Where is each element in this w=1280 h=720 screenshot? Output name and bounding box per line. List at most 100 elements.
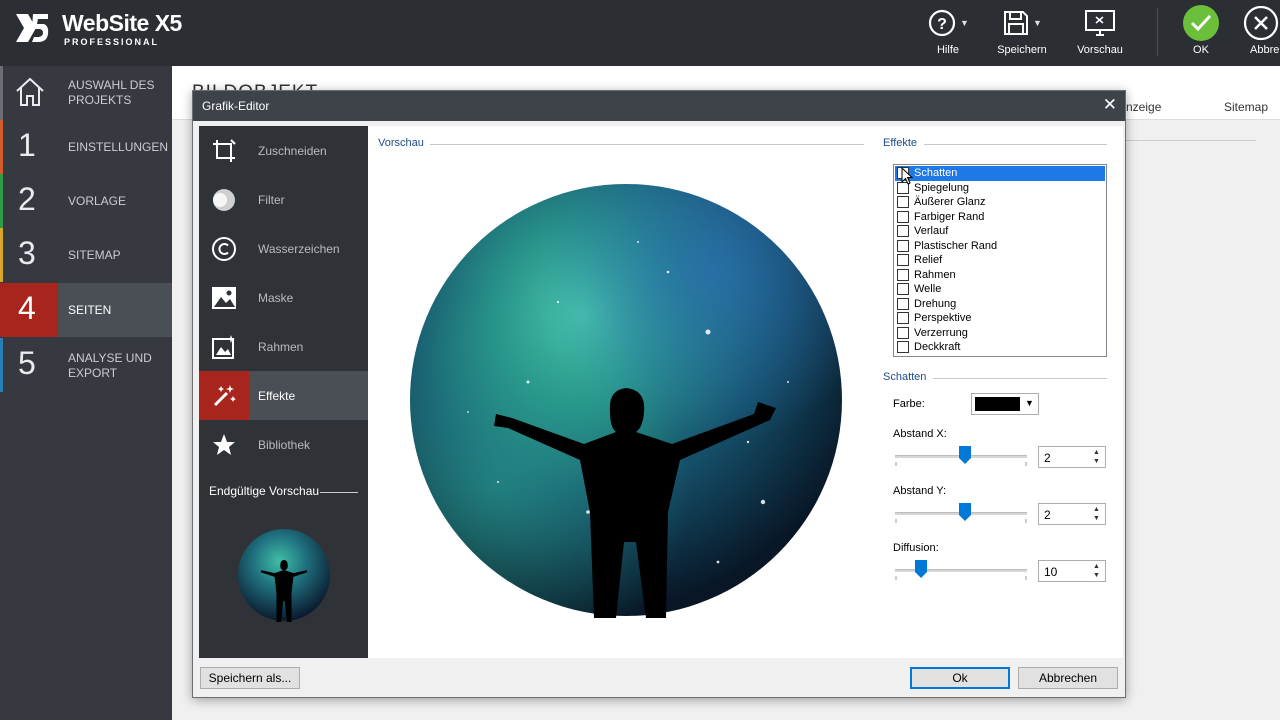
dialog-cancel-button[interactable]: Abbrechen bbox=[1018, 667, 1118, 689]
dialog-ok-button[interactable]: Ok bbox=[910, 667, 1010, 689]
cancel-button[interactable]: Abbre bbox=[1236, 6, 1280, 62]
spin-down-icon[interactable]: ▼ bbox=[1090, 571, 1103, 580]
nav-item-sitemap[interactable]: 3 SITEMAP bbox=[0, 228, 172, 282]
effect-checkbox[interactable] bbox=[897, 312, 909, 324]
tool-watermark[interactable]: Wasserzeichen bbox=[199, 224, 368, 273]
nav-color-bar bbox=[0, 338, 3, 392]
cancel-label: Abbre bbox=[1250, 44, 1280, 56]
save-as-button[interactable]: Speichern als... bbox=[200, 667, 300, 689]
tool-mask[interactable]: Maske bbox=[199, 273, 368, 322]
spin-up-icon[interactable]: ▲ bbox=[1090, 562, 1103, 571]
effect-checkbox[interactable] bbox=[897, 239, 909, 252]
editor-content: Vorschau Effekte Schatten Spiegelung Äuß… bbox=[368, 126, 1123, 658]
ok-button[interactable]: OK bbox=[1161, 5, 1241, 62]
effect-checkbox[interactable] bbox=[897, 326, 909, 339]
effect-item[interactable]: Welle bbox=[895, 282, 1105, 297]
divider bbox=[430, 144, 864, 145]
svg-text:?: ? bbox=[937, 16, 947, 33]
color-picker-dropdown[interactable]: ▼ bbox=[971, 393, 1039, 415]
nav-color-bar bbox=[0, 174, 3, 228]
help-icon: ? bbox=[928, 9, 956, 37]
tool-label: Effekte bbox=[258, 389, 296, 403]
effect-item[interactable]: Relief bbox=[895, 253, 1105, 268]
offset-y-value: 2 bbox=[1044, 508, 1051, 522]
nav-color-bar bbox=[0, 66, 3, 120]
effect-item[interactable]: Deckkraft bbox=[895, 340, 1105, 355]
tool-frame[interactable]: Rahmen bbox=[199, 322, 368, 371]
effect-item[interactable]: Verzerrung bbox=[895, 326, 1105, 341]
tool-crop[interactable]: Zuschneiden bbox=[199, 126, 368, 175]
effect-checkbox[interactable] bbox=[897, 297, 909, 310]
x5-logo-icon bbox=[16, 14, 49, 42]
tool-filter[interactable]: Filter bbox=[199, 175, 368, 224]
effect-checkbox[interactable] bbox=[897, 196, 909, 208]
spin-up-icon[interactable]: ▲ bbox=[1090, 448, 1103, 457]
effect-item[interactable]: Perspektive bbox=[895, 311, 1105, 326]
nav-item-template[interactable]: 2 VORLAGE bbox=[0, 174, 172, 228]
offset-x-label: Abstand X: bbox=[893, 428, 947, 440]
final-preview-label: Endgültige Vorschau bbox=[209, 484, 320, 498]
star-icon bbox=[213, 434, 235, 455]
effect-checkbox[interactable] bbox=[897, 268, 909, 281]
offset-x-spinner[interactable]: 2 ▲ ▼ bbox=[1038, 446, 1106, 468]
nav-item-project-selection[interactable]: AUSWAHL DES PROJEKTS bbox=[0, 66, 172, 120]
effect-item[interactable]: Verlauf bbox=[895, 224, 1105, 239]
effect-item[interactable]: Rahmen bbox=[895, 268, 1105, 283]
offset-y-spinner[interactable]: 2 ▲ ▼ bbox=[1038, 503, 1106, 525]
nav-label: SEITEN bbox=[68, 303, 112, 317]
nav-label: SITEMAP bbox=[68, 248, 121, 262]
tool-sidebar: Zuschneiden Filter Wasserzeichen Maske R… bbox=[199, 126, 368, 658]
save-label: Speichern bbox=[997, 44, 1047, 56]
spin-up-icon[interactable]: ▲ bbox=[1090, 505, 1103, 514]
nav-item-pages[interactable]: 4 SEITEN bbox=[0, 283, 172, 337]
ok-label: OK bbox=[1193, 44, 1209, 56]
filter-icon bbox=[213, 189, 235, 211]
effects-section-label: Effekte bbox=[883, 137, 918, 149]
effects-listbox[interactable]: Schatten Spiegelung Äußerer Glanz Farbig… bbox=[893, 164, 1107, 357]
nav-step-number: 5 bbox=[18, 345, 36, 381]
tool-effects[interactable]: Effekte bbox=[199, 371, 368, 420]
effect-item[interactable]: Spiegelung bbox=[895, 181, 1105, 196]
help-label: Hilfe bbox=[936, 44, 959, 56]
effect-item[interactable]: Plastischer Rand bbox=[895, 239, 1105, 254]
preview-button[interactable]: Vorschau bbox=[1060, 6, 1140, 62]
app-title: WebSite X5 bbox=[62, 10, 182, 36]
nav-step-number: 4 bbox=[18, 290, 36, 326]
nav-label: EINSTELLUNGEN bbox=[68, 140, 169, 154]
tool-library[interactable]: Bibliothek bbox=[199, 420, 368, 469]
effect-item[interactable]: Farbiger Rand bbox=[895, 210, 1105, 225]
diffusion-slider-thumb[interactable] bbox=[915, 560, 927, 578]
effect-item[interactable]: Schatten bbox=[895, 166, 1105, 181]
nav-label: VORLAGE bbox=[68, 194, 127, 208]
save-button[interactable]: ▼ Speichern bbox=[982, 6, 1062, 62]
help-button[interactable]: ? ▼ Hilfe bbox=[908, 6, 988, 62]
toolbar-divider bbox=[1157, 8, 1158, 56]
effect-checkbox[interactable] bbox=[897, 283, 909, 295]
spin-down-icon[interactable]: ▼ bbox=[1090, 457, 1103, 466]
nav-item-settings[interactable]: 1 EINSTELLUNGEN bbox=[0, 120, 172, 174]
spin-down-icon[interactable]: ▼ bbox=[1090, 514, 1103, 523]
diffusion-spinner[interactable]: 10 ▲ ▼ bbox=[1038, 560, 1106, 582]
tab-display[interactable]: nzeige bbox=[1126, 100, 1161, 114]
close-icon[interactable]: ✕ bbox=[1103, 95, 1117, 115]
tool-label: Zuschneiden bbox=[258, 144, 327, 158]
dialog-title: Grafik-Editor bbox=[202, 99, 270, 113]
offset-x-slider-thumb[interactable] bbox=[959, 446, 971, 464]
effect-checkbox[interactable] bbox=[897, 225, 909, 237]
top-bar: WebSite X5 PROFESSIONAL ? ▼ Hilfe ▼ Spei… bbox=[0, 0, 1280, 66]
color-swatch bbox=[975, 397, 1020, 411]
offset-y-slider-thumb[interactable] bbox=[959, 503, 971, 521]
dialog-title-bar: Grafik-Editor ✕ bbox=[193, 91, 1125, 121]
tab-sitemap[interactable]: Sitemap bbox=[1224, 100, 1268, 114]
effect-checkbox[interactable] bbox=[897, 210, 909, 223]
effect-checkbox[interactable] bbox=[897, 254, 909, 266]
chevron-down-icon: ▼ bbox=[1033, 18, 1042, 28]
checkmark-icon bbox=[1183, 5, 1219, 41]
effect-checkbox[interactable] bbox=[897, 341, 909, 353]
effect-item[interactable]: Drehung bbox=[895, 297, 1105, 312]
effect-item[interactable]: Äußerer Glanz bbox=[895, 195, 1105, 210]
nav-label-line1: AUSWAHL DES bbox=[68, 78, 155, 92]
nav-item-analysis-export[interactable]: 5 ANALYSE UND EXPORT bbox=[0, 338, 172, 392]
frame-icon bbox=[212, 335, 235, 359]
crop-icon bbox=[213, 139, 236, 162]
